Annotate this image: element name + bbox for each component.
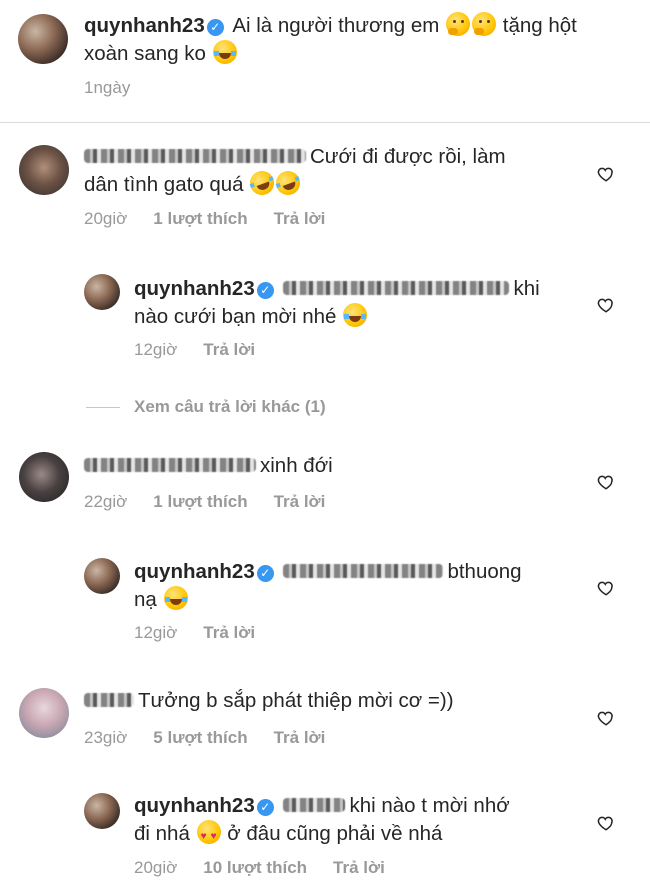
blurred-mention[interactable]: [283, 564, 444, 578]
caption-text-after: tặng hột: [502, 14, 577, 37]
heart-outline-icon[interactable]: [597, 473, 615, 491]
blurred-mention[interactable]: [283, 798, 346, 812]
reply-meta: 12giờ Trả lời: [134, 622, 281, 644]
reply-text-2a: đi nhá: [134, 822, 190, 845]
reply-username[interactable]: quynhanh23: [134, 794, 255, 817]
reply-username[interactable]: quynhanh23: [134, 560, 255, 583]
reply-time: 12giờ: [134, 623, 178, 642]
view-more-replies-button[interactable]: Xem câu trả lời khác (1): [134, 396, 326, 418]
reply-text-2: nạ: [134, 588, 157, 611]
heart-outline-icon[interactable]: [597, 709, 615, 727]
caption-time: 1ngày: [84, 78, 131, 97]
comment-time: 23giờ: [84, 728, 128, 747]
reply-text-2b: ở đâu cũng phải về nhá: [227, 822, 443, 845]
comment-meta: 20giờ 1 lượt thích Trả lời: [84, 208, 351, 230]
blurred-username[interactable]: [84, 458, 256, 472]
reply-likes[interactable]: 10 lượt thích: [203, 858, 307, 877]
reply-button[interactable]: Trả lời: [203, 340, 255, 359]
blurred-mention[interactable]: [283, 281, 510, 295]
tears-of-joy-icon: [343, 303, 368, 327]
comment-line-2: dân tình gato quá: [84, 167, 304, 199]
comment-time: 22giờ: [84, 492, 128, 511]
thinking-face-icon: [472, 12, 497, 36]
commenter-avatar[interactable]: [19, 145, 69, 195]
reply-text: khi: [513, 277, 540, 300]
reply-button[interactable]: Trả lời: [203, 623, 255, 642]
verified-badge-icon: ✓: [256, 282, 274, 299]
comment-meta: 23giờ 5 lượt thích Trả lời: [84, 727, 351, 749]
reply-avatar[interactable]: [84, 274, 120, 310]
heart-outline-icon[interactable]: [597, 579, 615, 597]
heart-outline-icon[interactable]: [597, 165, 615, 183]
more-replies-rule: [86, 407, 120, 408]
comment-line-1: Cưới đi được rồi, làm: [84, 143, 506, 171]
caption-meta: 1ngày: [84, 77, 156, 99]
comment-text: Cưới đi được rồi, làm: [310, 145, 506, 168]
caption-line-1: quynhanh23 ✓ Ai là người thương em tặng h…: [84, 12, 577, 40]
caption-text: Ai là người thương em: [232, 14, 440, 37]
reply-meta: 20giờ 10 lượt thích Trả lời: [134, 857, 411, 879]
reply-line-2: đi nhá ở đâu cũng phải về nhá: [134, 820, 443, 851]
commenter-avatar[interactable]: [19, 452, 69, 502]
caption-text-2: xoàn sang ko: [84, 42, 206, 65]
caption-line-2: xoàn sang ko: [84, 40, 238, 68]
verified-badge-icon: ✓: [206, 19, 224, 36]
reply-username[interactable]: quynhanh23: [134, 277, 255, 300]
reply-button[interactable]: Trả lời: [333, 858, 385, 877]
reply-line-2: nào cưới bạn mời nhé: [134, 303, 368, 331]
heart-outline-icon[interactable]: [597, 814, 615, 832]
comment-line-1: Tưởng b sắp phát thiệp mời cơ =)): [84, 687, 454, 715]
comment-meta: 22giờ 1 lượt thích Trả lời: [84, 491, 351, 513]
blurred-username[interactable]: [84, 149, 306, 163]
reply-text: bthuong: [447, 560, 522, 583]
commenter-avatar[interactable]: [19, 688, 69, 738]
comment-text: xinh đới: [260, 454, 333, 477]
rolling-laughing-icon: [246, 167, 278, 199]
heart-outline-icon[interactable]: [597, 296, 615, 314]
reply-line-1: quynhanh23 ✓ khi nào t mời nhớ: [134, 792, 510, 820]
reply-meta: 12giờ Trả lời: [134, 339, 281, 361]
blurred-username[interactable]: [84, 693, 134, 707]
reply-button[interactable]: Trả lời: [274, 209, 326, 228]
comment-likes[interactable]: 1 lượt thích: [153, 492, 247, 511]
tears-of-joy-icon: [163, 586, 188, 610]
heart-eyes-icon: [196, 820, 221, 851]
verified-badge-icon: ✓: [256, 565, 274, 582]
caption-avatar[interactable]: [18, 14, 68, 64]
verified-badge-icon: ✓: [256, 799, 274, 816]
reply-line-1: quynhanh23 ✓ khi: [134, 275, 540, 303]
comment-likes[interactable]: 5 lượt thích: [153, 728, 247, 747]
reply-line-1: quynhanh23 ✓ bthuong: [134, 558, 522, 586]
comment-line-1: xinh đới: [84, 452, 333, 480]
comment-text-2: dân tình gato quá: [84, 173, 244, 196]
caption-username[interactable]: quynhanh23: [84, 14, 205, 37]
thinking-face-icon: [446, 12, 471, 36]
comment-text: Tưởng b sắp phát thiệp mời cơ =)): [138, 689, 454, 712]
comment-time: 20giờ: [84, 209, 128, 228]
reply-time: 20giờ: [134, 858, 178, 877]
reply-line-2: nạ: [134, 586, 189, 614]
reply-text-2: nào cưới bạn mời nhé: [134, 305, 337, 328]
reply-time: 12giờ: [134, 340, 178, 359]
reply-avatar[interactable]: [84, 558, 120, 594]
reply-text: khi nào t mời nhớ: [349, 794, 510, 817]
reply-button[interactable]: Trả lời: [274, 492, 326, 511]
reply-avatar[interactable]: [84, 793, 120, 829]
tears-of-joy-icon: [212, 40, 237, 64]
caption-divider: [0, 122, 650, 123]
reply-button[interactable]: Trả lời: [274, 728, 326, 747]
rolling-laughing-icon: [272, 167, 304, 199]
comment-likes[interactable]: 1 lượt thích: [153, 209, 247, 228]
